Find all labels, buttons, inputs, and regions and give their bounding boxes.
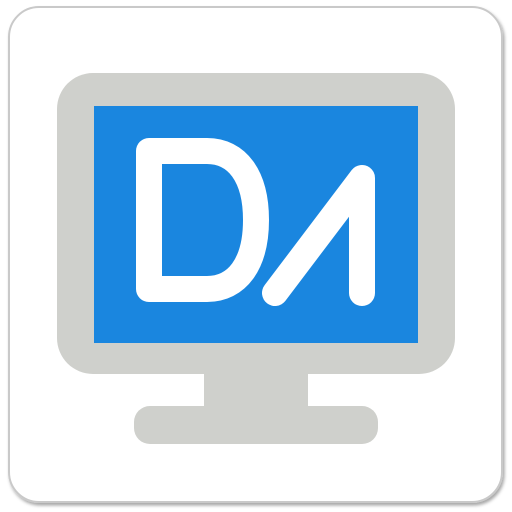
app-icon[interactable]: [0, 0, 512, 512]
app-icon-svg: [8, 6, 503, 503]
monitor-stand-base-icon: [134, 406, 378, 444]
